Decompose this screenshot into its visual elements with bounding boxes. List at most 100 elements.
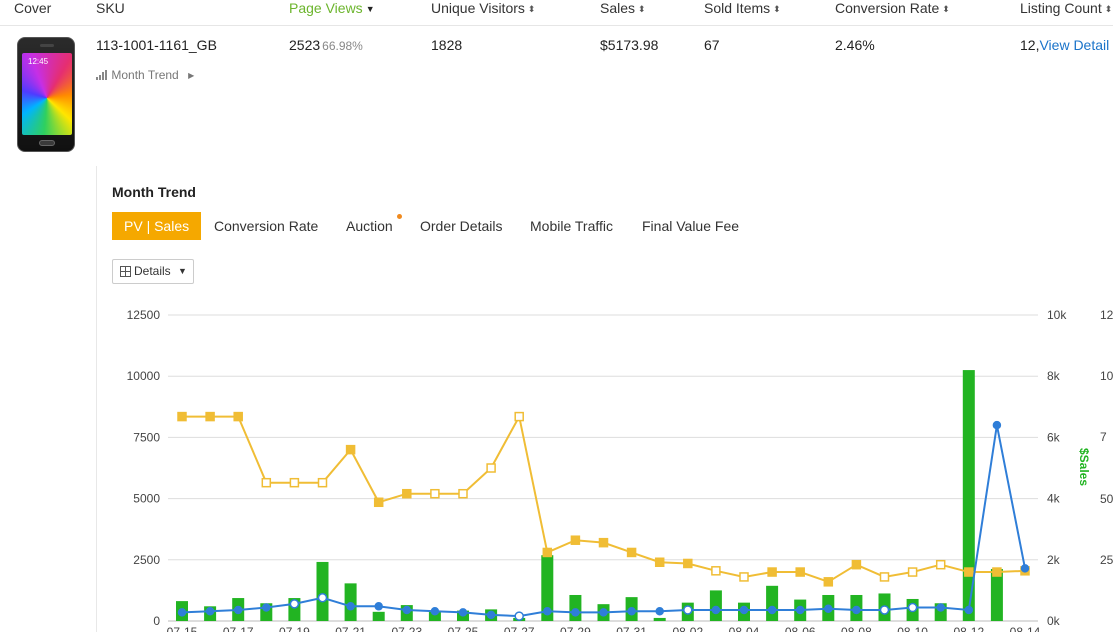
- y-right-tick-label: 8k: [1047, 369, 1061, 383]
- page-views-point: [767, 567, 777, 577]
- unique-visitors-point: [402, 605, 412, 615]
- y-left-tick-label: 5000: [133, 492, 160, 506]
- page-views-point: [514, 411, 524, 422]
- page-views-point: [345, 444, 356, 455]
- y-right2-tick-label: 25: [1100, 553, 1113, 567]
- chart-grid: [168, 314, 1038, 622]
- unique-visitors-point: [683, 605, 693, 615]
- x-tick-label: 08-12: [953, 625, 984, 632]
- y-right2-tick-label: 12: [1100, 308, 1113, 322]
- y-right-tick-label: 6k: [1047, 430, 1061, 444]
- unique-visitors-point: [852, 605, 861, 615]
- sales-bar: [569, 594, 582, 621]
- unique-visitors-point: [346, 602, 355, 611]
- sales-bar: [316, 561, 329, 621]
- unique-visitors-line: [181, 424, 1026, 618]
- x-tick-label: 08-06: [785, 625, 816, 632]
- unique-visitors-point: [262, 603, 271, 612]
- page-views-point: [177, 411, 187, 422]
- page-views-point: [458, 488, 468, 499]
- x-tick-label: 08-08: [841, 625, 872, 632]
- page-views-point: [795, 567, 805, 577]
- page-views-point: [430, 488, 440, 499]
- sales-bar: [709, 590, 722, 621]
- page-views-point: [711, 566, 721, 576]
- x-tick-label: 07-17: [223, 625, 254, 632]
- page-views-point: [683, 558, 693, 569]
- unique-visitors-point: [205, 606, 215, 616]
- page-views-point: [739, 572, 749, 582]
- unique-visitors-point: [571, 608, 580, 617]
- x-tick-label: 07-19: [279, 625, 310, 632]
- y-left-tick-label: 12500: [127, 308, 161, 322]
- x-tick-label: 07-25: [448, 625, 479, 632]
- y-right2-tick-label: 50: [1100, 492, 1113, 506]
- page-views-point: [823, 577, 834, 587]
- x-tick-label: 07-15: [167, 625, 198, 632]
- page-views-point: [935, 559, 946, 570]
- unique-visitors-point: [486, 610, 496, 620]
- unique-visitors-point: [514, 611, 524, 621]
- page-views-point: [654, 557, 665, 567]
- unique-visitors-point: [289, 599, 300, 609]
- sales-bar: [372, 611, 385, 621]
- page-views-point: [626, 547, 637, 558]
- unique-visitors-point: [374, 602, 383, 611]
- sales-bars: [176, 370, 1003, 621]
- page-views-point: [570, 535, 581, 545]
- page-views-point: [992, 567, 1002, 577]
- x-tick-label: 08-04: [729, 625, 760, 632]
- unique-visitors-point: [964, 605, 974, 615]
- unique-visitors-point: [936, 603, 945, 612]
- y-left-tick-label: 10000: [127, 369, 161, 383]
- unique-visitors-point: [824, 604, 833, 614]
- unique-visitors-point: [711, 605, 721, 615]
- page-views-point: [317, 477, 328, 488]
- unique-visitors-point: [233, 605, 243, 615]
- x-tick-label: 07-23: [391, 625, 422, 632]
- y-right-tick-label: 2k: [1047, 553, 1061, 567]
- page-views-point: [373, 497, 384, 508]
- unique-visitors-point: [767, 605, 777, 615]
- sales-bar: [653, 617, 666, 621]
- page-views-point: [907, 567, 918, 577]
- unique-visitors-point: [430, 606, 440, 616]
- unique-visitors-point: [543, 606, 552, 616]
- page-views-point: [233, 411, 243, 422]
- chart-lines: [177, 411, 1030, 621]
- x-tick-label: 07-21: [335, 625, 366, 632]
- unique-visitors-point: [879, 605, 890, 615]
- page-views-point: [542, 547, 553, 558]
- x-tick-label: 08-14: [1010, 625, 1041, 632]
- unique-visitors-point: [907, 602, 918, 613]
- page-views-point: [851, 559, 862, 570]
- unique-visitors-point: [599, 608, 608, 617]
- x-tick-label: 08-10: [897, 625, 928, 632]
- page-views-line: [182, 413, 1026, 583]
- page-views-point: [598, 537, 609, 548]
- y-right2-tick-label: 7: [1100, 430, 1107, 444]
- page-views-point: [402, 488, 412, 499]
- unique-visitors-point: [317, 592, 328, 603]
- x-tick-label: 07-31: [616, 625, 647, 632]
- y-right-tick-label: 4k: [1047, 492, 1061, 506]
- unique-visitors-point: [627, 606, 636, 616]
- x-tick-label: 08-02: [672, 625, 703, 632]
- page-views-point: [289, 477, 300, 488]
- y-right-axis-title: $Sales: [1077, 448, 1091, 486]
- y-left-tick-label: 0: [153, 614, 160, 628]
- y-right-tick-label: 0k: [1047, 614, 1061, 628]
- page-views-point: [964, 567, 974, 577]
- y-right2-tick-label: 10: [1100, 369, 1113, 383]
- page-views-point: [486, 463, 496, 473]
- y-left-tick-label: 7500: [133, 430, 160, 444]
- unique-visitors-point: [655, 606, 664, 616]
- unique-visitors-point: [458, 608, 468, 617]
- x-tick-label: 07-27: [504, 625, 535, 632]
- pv-sales-chart: 0 2500 5000 7500 10000 12500 0k 2k 4k 6k 8k 10k 12 10…: [127, 308, 1113, 632]
- unique-visitors-point: [177, 608, 187, 617]
- y-right-tick-label: 10k: [1047, 308, 1067, 322]
- unique-visitors-point: [1020, 564, 1030, 573]
- unique-visitors-point: [795, 605, 805, 615]
- unique-visitors-point: [992, 420, 1002, 430]
